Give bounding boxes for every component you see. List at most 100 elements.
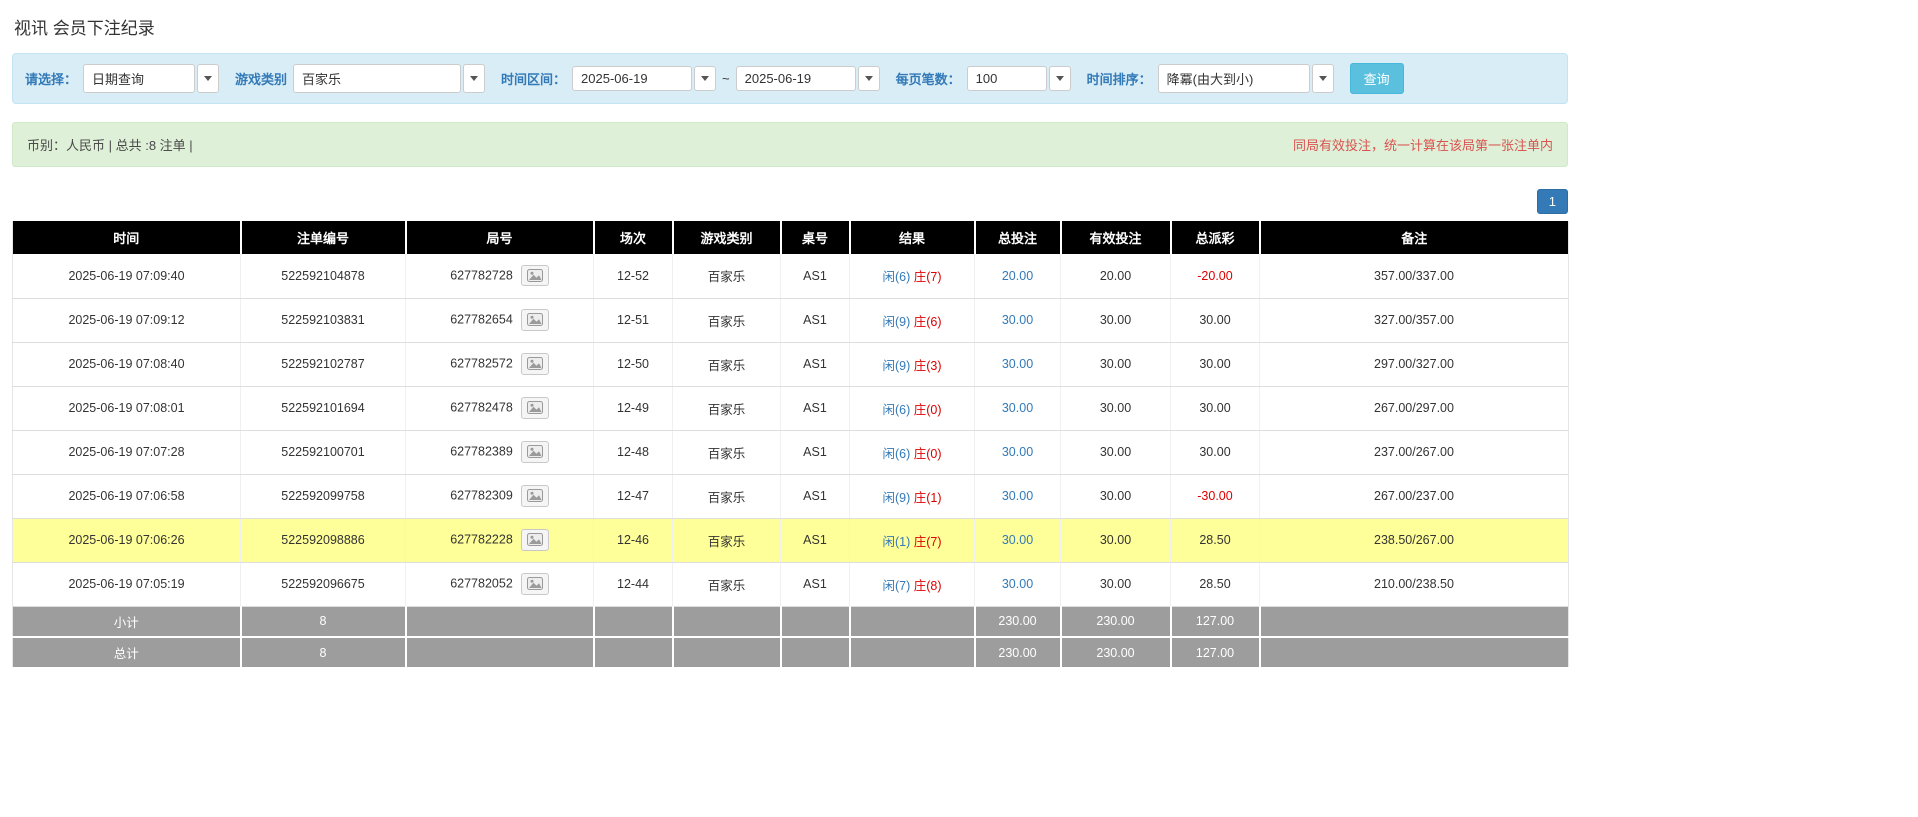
game-type-label: 游戏类别 (235, 69, 287, 88)
subtotal-row-empty (781, 606, 850, 637)
filter-group-select-type: 请选择： 日期查询 (25, 64, 219, 93)
total-row-valid-bet: 230.00 (1061, 637, 1171, 668)
filter-bar: 请选择： 日期查询 游戏类别 百家乐 时间区间： 2025-06-19 (12, 53, 1568, 104)
cell-table-no: AS1 (781, 342, 850, 386)
chevron-down-icon (1056, 76, 1064, 81)
cell-round-id: 627782309 (406, 474, 594, 518)
image-icon (527, 533, 543, 546)
result-player: 闲(1) (882, 535, 910, 549)
view-round-button[interactable] (521, 309, 549, 330)
total-row-payout: 127.00 (1171, 637, 1260, 668)
cell-session: 12-46 (594, 518, 673, 562)
view-round-button[interactable] (521, 353, 549, 374)
total-row-empty (673, 637, 781, 668)
cell-game-type: 百家乐 (673, 474, 781, 518)
image-icon (527, 577, 543, 590)
view-round-button[interactable] (521, 441, 549, 462)
cell-time: 2025-06-19 07:07:28 (13, 430, 241, 474)
subtotal-row-total-bet: 230.00 (975, 606, 1061, 637)
cell-table-no: AS1 (781, 474, 850, 518)
per-page-dropdown-button[interactable] (1049, 66, 1071, 91)
date-from-input[interactable]: 2025-06-19 (572, 66, 692, 91)
pagination: 1 (12, 189, 1568, 214)
view-round-button[interactable] (521, 529, 549, 550)
subtotal-row-valid-bet: 230.00 (1061, 606, 1171, 637)
total-bet-link[interactable]: 30.00 (1002, 533, 1033, 547)
column-header-7: 总投注 (975, 221, 1061, 254)
round-number: 627782572 (450, 357, 513, 371)
cell-payout: -30.00 (1171, 474, 1260, 518)
cell-note: 267.00/297.00 (1260, 386, 1569, 430)
total-bet-link[interactable]: 30.00 (1002, 401, 1033, 415)
filter-group-game-type: 游戏类别 百家乐 (235, 64, 485, 93)
chevron-down-icon (470, 76, 478, 81)
game-type-value[interactable]: 百家乐 (293, 64, 461, 93)
total-bet-link[interactable]: 30.00 (1002, 357, 1033, 371)
cell-bet-id: 522592103831 (241, 298, 406, 342)
column-header-2: 局号 (406, 221, 594, 254)
content: 请选择： 日期查询 游戏类别 百家乐 时间区间： 2025-06-19 (12, 53, 1568, 669)
column-header-10: 备注 (1260, 221, 1569, 254)
total-bet-link[interactable]: 20.00 (1002, 269, 1033, 283)
result-player: 闲(6) (882, 403, 910, 417)
cell-note: 237.00/267.00 (1260, 430, 1569, 474)
total-row-empty (406, 637, 594, 668)
total-bet-link[interactable]: 30.00 (1002, 489, 1033, 503)
result-player: 闲(6) (882, 447, 910, 461)
date-from-combo: 2025-06-19 (572, 66, 716, 91)
result-player: 闲(7) (882, 579, 910, 593)
pagination-page-1-button[interactable]: 1 (1537, 189, 1568, 214)
cell-payout: 30.00 (1171, 342, 1260, 386)
sort-label: 时间排序： (1087, 69, 1152, 88)
column-header-1: 注单编号 (241, 221, 406, 254)
cell-payout: 28.50 (1171, 518, 1260, 562)
cell-round-id: 627782728 (406, 254, 594, 298)
round-number: 627782052 (450, 577, 513, 591)
date-to-dropdown-button[interactable] (858, 66, 880, 91)
date-from-dropdown-button[interactable] (694, 66, 716, 91)
cell-round-id: 627782228 (406, 518, 594, 562)
result-player: 闲(6) (882, 270, 910, 284)
sort-dropdown-button[interactable] (1312, 64, 1334, 93)
cell-table-no: AS1 (781, 430, 850, 474)
cell-payout: -20.00 (1171, 254, 1260, 298)
total-row-empty (594, 637, 673, 668)
search-button[interactable]: 查询 (1350, 63, 1404, 94)
cell-session: 12-47 (594, 474, 673, 518)
total-bet-link[interactable]: 30.00 (1002, 445, 1033, 459)
view-round-button[interactable] (521, 573, 549, 594)
cell-bet-id: 522592098886 (241, 518, 406, 562)
cell-note: 238.50/267.00 (1260, 518, 1569, 562)
cell-note: 267.00/237.00 (1260, 474, 1569, 518)
round-number: 627782478 (450, 401, 513, 415)
date-to-input[interactable]: 2025-06-19 (736, 66, 856, 91)
select-type-dropdown-button[interactable] (197, 64, 219, 93)
cell-game-type: 百家乐 (673, 518, 781, 562)
total-bet-link[interactable]: 30.00 (1002, 313, 1033, 327)
column-header-3: 场次 (594, 221, 673, 254)
total-row-empty (781, 637, 850, 668)
round-number: 627782654 (450, 313, 513, 327)
table-row: 2025-06-19 07:06:26522592098886627782228… (13, 518, 1569, 562)
image-icon (527, 489, 543, 502)
cell-note: 357.00/337.00 (1260, 254, 1569, 298)
view-round-button[interactable] (521, 397, 549, 418)
game-type-dropdown-button[interactable] (463, 64, 485, 93)
result-banker: 庄(6) (914, 315, 942, 329)
round-number: 627782309 (450, 489, 513, 503)
view-round-button[interactable] (521, 485, 549, 506)
cell-table-no: AS1 (781, 254, 850, 298)
sort-value[interactable]: 降冪(由大到小) (1158, 64, 1310, 93)
game-type-combo: 百家乐 (293, 64, 485, 93)
table-row: 2025-06-19 07:05:19522592096675627782052… (13, 562, 1569, 606)
per-page-value[interactable]: 100 (967, 66, 1047, 91)
table-row: 2025-06-19 07:09:12522592103831627782654… (13, 298, 1569, 342)
chevron-down-icon (865, 76, 873, 81)
select-type-value[interactable]: 日期查询 (83, 64, 195, 93)
subtotal-row-empty (673, 606, 781, 637)
result-banker: 庄(7) (914, 535, 942, 549)
cell-result: 闲(7) 庄(8) (850, 562, 975, 606)
total-bet-link[interactable]: 30.00 (1002, 577, 1033, 591)
column-header-0: 时间 (13, 221, 241, 254)
view-round-button[interactable] (521, 265, 549, 286)
